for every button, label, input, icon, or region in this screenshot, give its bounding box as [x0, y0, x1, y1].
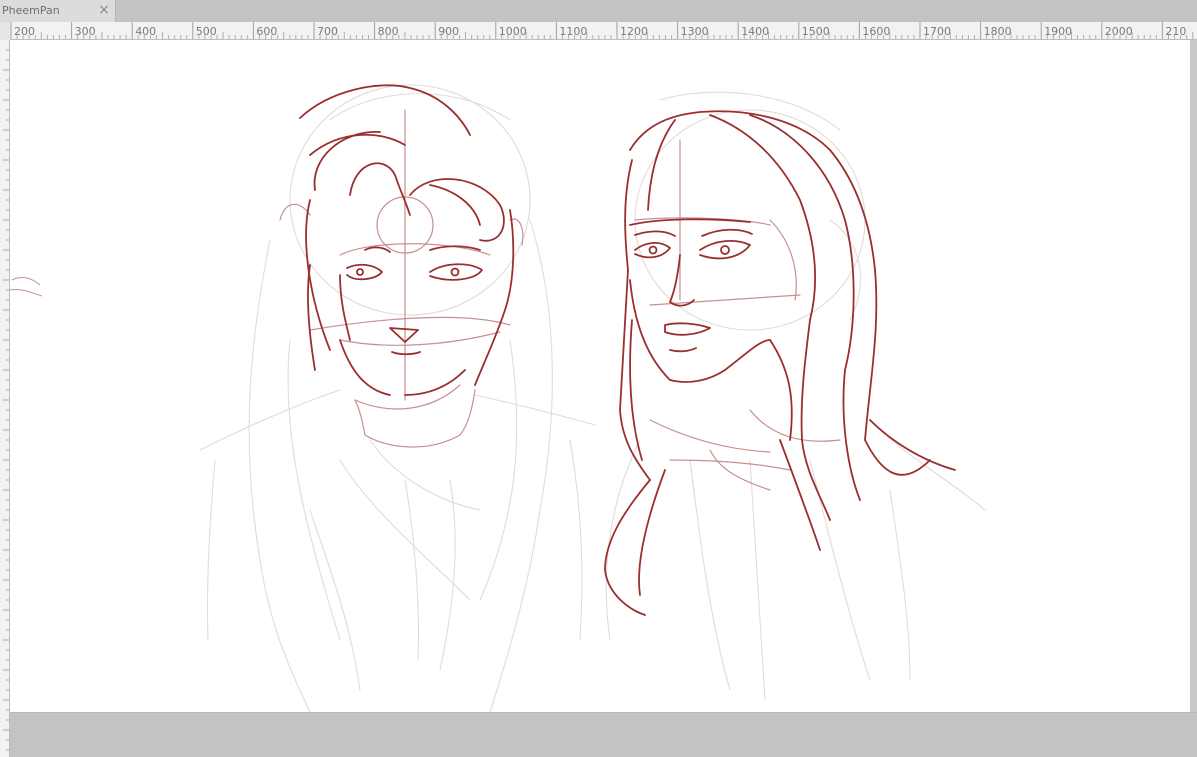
ruler-label: 2000 — [1105, 25, 1133, 38]
right-figure-construction — [605, 91, 986, 701]
ruler-label: 210 — [1165, 25, 1186, 38]
ruler-label: 600 — [256, 25, 277, 38]
ruler-label: 1300 — [681, 25, 709, 38]
document-tab-bar: PheemPan × — [0, 0, 1197, 22]
ruler-label: 1900 — [1044, 25, 1072, 38]
ruler-label: 800 — [378, 25, 399, 38]
vertical-ruler-ticks — [3, 49, 9, 751]
ruler-corner — [0, 22, 10, 40]
sketch-artwork — [10, 84, 986, 712]
ruler-label: 900 — [438, 25, 459, 38]
horizontal-ruler[interactable]: 200 300 400 500 600 700 800 900 1000 1100 1200 1300… — [10, 22, 1197, 40]
ruler-label: 1200 — [620, 25, 648, 38]
right-figure-guides — [634, 139, 841, 491]
ruler-label: 1500 — [802, 25, 830, 38]
left-figure-lineart — [299, 84, 515, 396]
ruler-label: 700 — [317, 25, 338, 38]
ruler-label: 300 — [75, 25, 96, 38]
stray-sketch-mark — [10, 277, 43, 297]
ruler-label: 1600 — [862, 25, 890, 38]
horizontal-ruler-ticks: 200 300 400 500 600 700 800 900 1000 1100 1200 1300… — [10, 22, 1194, 39]
workspace-right-edge — [1190, 40, 1197, 712]
ruler-label: 1000 — [499, 25, 527, 38]
workspace-bottom-area — [10, 712, 1197, 757]
ruler-label: 400 — [135, 25, 156, 38]
left-figure-construction — [199, 84, 596, 712]
ruler-label: 200 — [14, 25, 35, 38]
ruler-label: 1100 — [559, 25, 587, 38]
ruler-label: 1400 — [741, 25, 769, 38]
right-figure-lineart — [604, 110, 956, 616]
left-figure-guides — [279, 109, 524, 448]
document-tab[interactable]: PheemPan × — [0, 0, 116, 22]
document-tab-title: PheemPan — [2, 4, 60, 17]
ruler-label: 500 — [196, 25, 217, 38]
ruler-label: 1800 — [984, 25, 1012, 38]
ruler-label: 1700 — [923, 25, 951, 38]
close-icon[interactable]: × — [96, 1, 112, 19]
vertical-ruler[interactable] — [0, 40, 10, 757]
drawing-canvas[interactable] — [10, 40, 1190, 712]
